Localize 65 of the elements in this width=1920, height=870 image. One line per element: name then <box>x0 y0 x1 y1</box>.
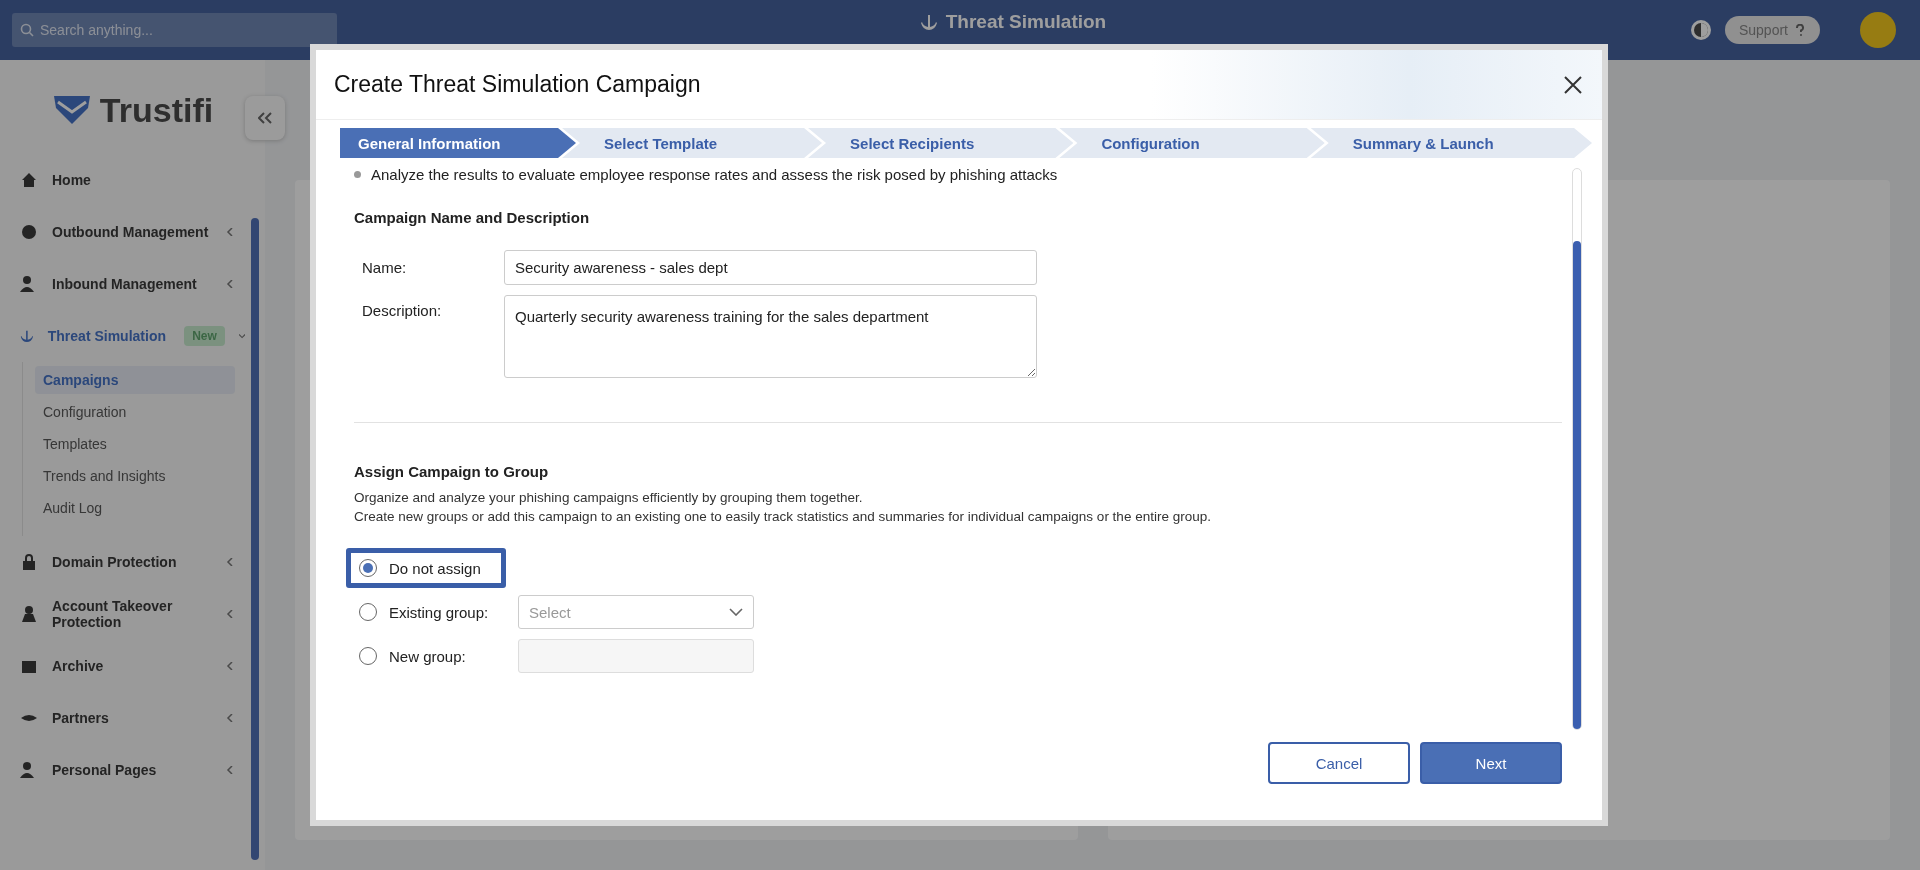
radio-option[interactable]: Existing group: <box>346 592 506 632</box>
wizard-step[interactable]: Summary & Launch <box>1310 128 1592 158</box>
submenu-item[interactable]: Audit Log <box>35 494 235 522</box>
radio-option[interactable]: Do not assign <box>346 548 506 588</box>
description-field[interactable]: Quarterly security awareness training for the sales department <box>504 295 1037 378</box>
intro-text: Analyze the results to evaluate employee response rates and assess the risk posed by phishing attacks <box>371 166 1058 183</box>
logo-text: Trustifi <box>99 90 214 130</box>
collapse-button[interactable] <box>245 96 285 140</box>
submenu-item[interactable]: Configuration <box>35 398 235 426</box>
wizard-step[interactable]: Configuration <box>1059 128 1325 158</box>
chevron-icon <box>226 228 234 236</box>
sidebar-item[interactable]: Outbound Management <box>0 206 265 258</box>
radio-option[interactable]: New group: <box>346 636 506 676</box>
menu-item-icon <box>20 553 38 571</box>
menu-item-icon <box>20 171 38 189</box>
chevron-icon <box>238 332 245 340</box>
anchor-icon <box>919 13 938 31</box>
close-icon <box>1564 75 1582 94</box>
new-badge: New <box>184 326 225 346</box>
search-placeholder: Search anything... <box>40 22 153 38</box>
sidebar-item[interactable]: Inbound Management <box>0 258 265 310</box>
name-field[interactable]: Security awareness - sales dept <box>504 250 1037 285</box>
scrollbar[interactable] <box>251 218 259 860</box>
sidebar-item[interactable]: Threat Simulation New <box>0 310 265 362</box>
field-label: Name: <box>361 258 408 276</box>
menu-item-icon <box>20 605 38 623</box>
group-name-field[interactable] <box>518 639 754 673</box>
dialog-title: Create Threat Simulation Campaign <box>334 71 701 98</box>
chevron-icon <box>226 280 234 288</box>
sidebar-item[interactable]: Archive <box>0 640 265 692</box>
wizard-step[interactable]: Select Recipients <box>808 128 1074 158</box>
sidebar-item[interactable]: Partners <box>0 692 265 744</box>
help-icon <box>1794 24 1806 36</box>
submenu-item[interactable]: Campaigns <box>35 366 235 394</box>
menu-item-icon <box>20 223 38 241</box>
sidebar-item[interactable]: Home <box>0 154 265 206</box>
contrast-icon[interactable] <box>1688 18 1713 42</box>
user-avatar[interactable] <box>1860 12 1896 48</box>
shield-logo-icon <box>51 94 92 126</box>
section-heading: Assign Campaign to Group <box>354 463 550 480</box>
double-chevron-icon <box>258 111 272 124</box>
chevron-icon <box>226 766 234 774</box>
submenu-item[interactable]: Trends and Insights <box>35 462 235 490</box>
submenu-item[interactable]: Templates <box>35 430 235 458</box>
bullet-dot <box>354 171 361 178</box>
next-button[interactable]: Next <box>1420 742 1562 784</box>
scrollbar-thumb[interactable] <box>1573 241 1581 729</box>
description-text: Create new groups or add this campaign to an existing one to easily track statistics and summaries for individual campaigns or the entire group. <box>354 508 1212 526</box>
wizard-step[interactable]: Select Template <box>562 128 823 158</box>
search-icon <box>20 23 34 37</box>
chevron-icon <box>226 714 234 722</box>
chevron-icon <box>226 610 234 618</box>
sidebar-item[interactable]: Domain Protection <box>0 536 265 588</box>
field-label: Description: <box>361 301 443 319</box>
chevron-down-icon <box>729 608 743 616</box>
cancel-button[interactable]: Cancel <box>1268 742 1410 784</box>
wizard-step[interactable]: General Information <box>340 128 576 158</box>
page-title: Threat Simulation <box>945 11 1107 33</box>
sidebar-item[interactable]: Account Takeover Protection <box>0 588 265 640</box>
sidebar-item[interactable]: Personal Pages <box>0 744 265 796</box>
group-select[interactable]: Select <box>518 595 754 629</box>
description-text: Organize and analyze your phishing campaigns efficiently by grouping them together. <box>354 489 864 507</box>
chevron-icon <box>226 662 234 670</box>
chevron-icon <box>226 558 234 566</box>
section-heading: Campaign Name and Description <box>354 209 591 226</box>
